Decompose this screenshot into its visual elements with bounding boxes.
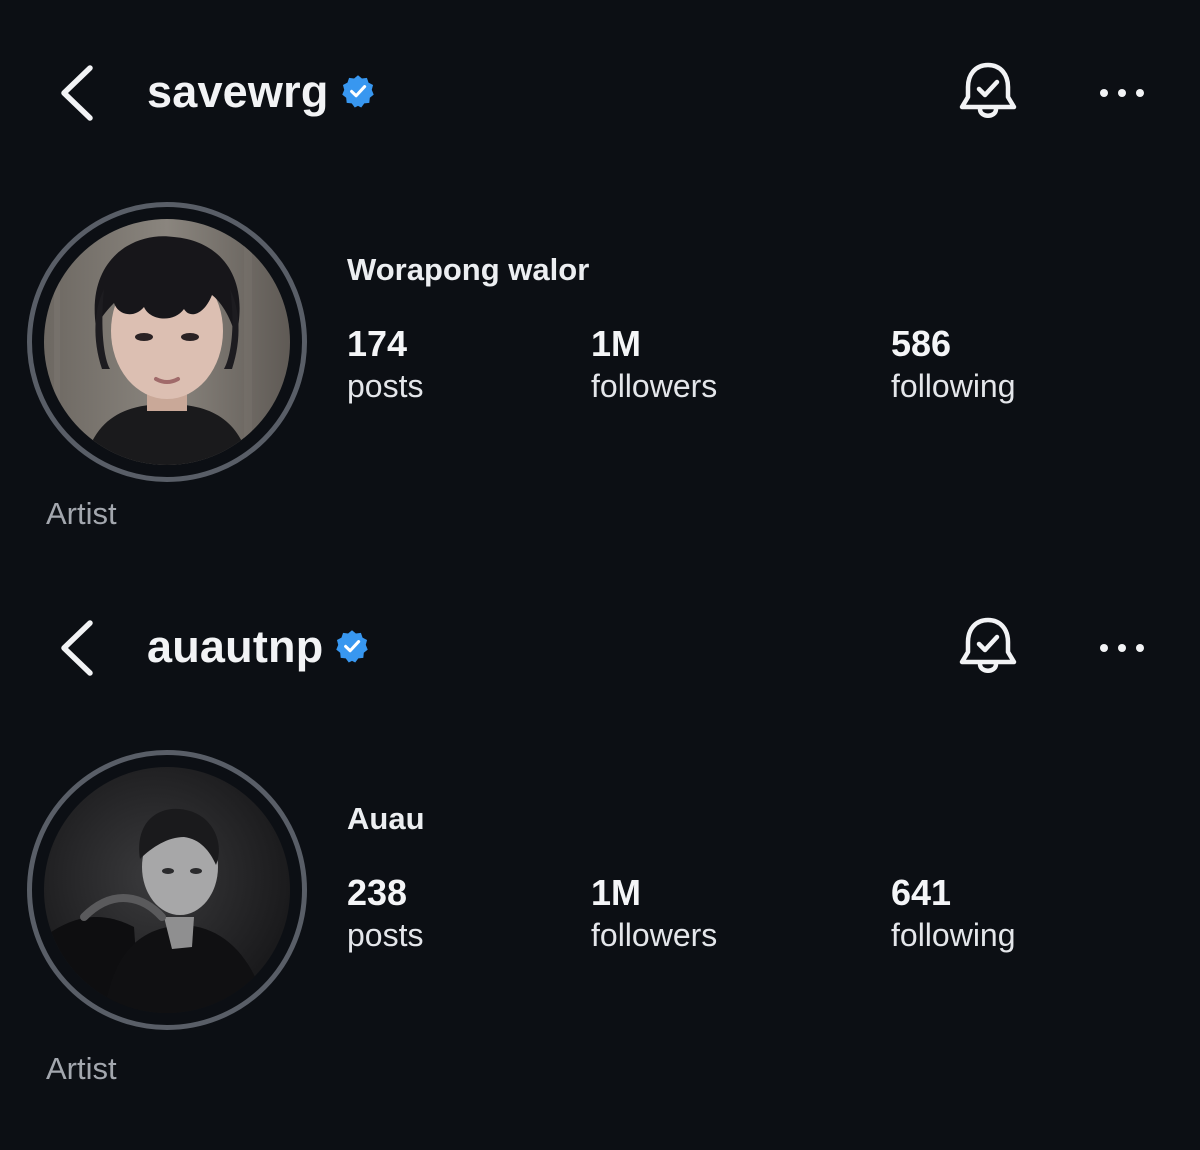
profile-avatar[interactable] <box>27 202 307 482</box>
notifications-button[interactable] <box>956 615 1020 681</box>
following-count[interactable]: 586 following <box>891 322 1016 406</box>
posts-count[interactable]: 174 posts <box>347 322 423 406</box>
profile-header: savewrg <box>0 60 1200 126</box>
bell-check-icon <box>959 617 1017 673</box>
notifications-button[interactable] <box>956 60 1020 126</box>
display-name: Worapong walor <box>347 252 590 287</box>
username-text: savewrg <box>147 66 329 117</box>
following-value: 641 <box>891 872 952 913</box>
verified-badge-icon <box>341 75 374 108</box>
following-label: following <box>891 917 1016 953</box>
verified-badge-icon <box>336 630 369 663</box>
posts-count[interactable]: 238 posts <box>347 871 423 955</box>
following-label: following <box>891 368 1016 404</box>
following-count[interactable]: 641 following <box>891 871 1016 955</box>
back-button[interactable] <box>52 62 102 124</box>
profile-card-savewrg: savewrg Worapong walor 174 posts 1M foll… <box>0 0 1200 560</box>
username-title: savewrg <box>147 66 375 118</box>
followers-label: followers <box>591 368 718 404</box>
posts-value: 174 <box>347 323 408 364</box>
avatar-photo <box>44 767 290 1013</box>
followers-value: 1M <box>591 872 642 913</box>
more-options-button[interactable] <box>1096 78 1148 108</box>
avatar-photo <box>44 219 290 465</box>
followers-count[interactable]: 1M followers <box>591 322 717 406</box>
profile-header: auautnp <box>0 615 1200 681</box>
profile-category: Artist <box>46 1051 117 1086</box>
username-title: auautnp <box>147 621 369 673</box>
back-button[interactable] <box>52 617 102 679</box>
more-horizontal-icon <box>1100 89 1144 97</box>
profile-category: Artist <box>46 496 117 531</box>
followers-value: 1M <box>591 323 642 364</box>
profile-avatar[interactable] <box>27 750 307 1030</box>
chevron-left-icon <box>61 620 93 676</box>
username-text: auautnp <box>147 621 324 672</box>
followers-label: followers <box>591 917 718 953</box>
following-value: 586 <box>891 323 952 364</box>
posts-label: posts <box>347 368 424 404</box>
more-horizontal-icon <box>1100 644 1144 652</box>
posts-value: 238 <box>347 872 408 913</box>
posts-label: posts <box>347 917 424 953</box>
profile-card-auautnp: auautnp Auau 238 posts 1M followers 641 … <box>0 555 1200 1115</box>
bell-check-icon <box>959 62 1017 118</box>
display-name: Auau <box>347 801 425 836</box>
chevron-left-icon <box>61 65 93 121</box>
more-options-button[interactable] <box>1096 633 1148 663</box>
followers-count[interactable]: 1M followers <box>591 871 717 955</box>
